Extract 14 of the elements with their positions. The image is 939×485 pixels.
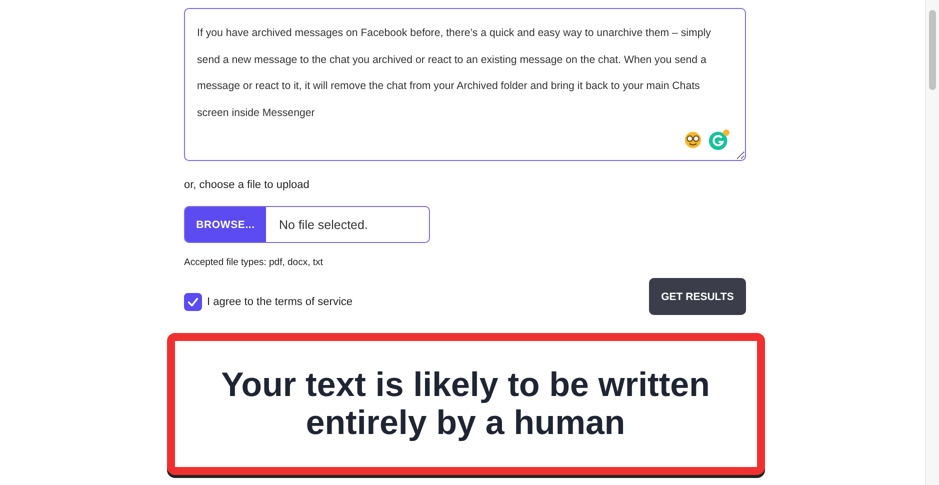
grammar-assistant-icon[interactable] [708, 129, 730, 151]
checkbox[interactable] [184, 292, 202, 310]
browse-button[interactable]: BROWSE... [185, 207, 266, 242]
terms-label: I agree to the terms of service [207, 296, 353, 308]
nerd-emoji-icon [684, 131, 702, 149]
scrollbar[interactable] [925, 0, 939, 485]
text-area[interactable]: If you have archived messages on Facebook before, there’s a quick and easy way to unarchive them – simply send a new message to the chat you archived or react to an existing message on the chat. When you send a message or react to it, it will remove the chat from your Archived folder and bring it back to your main Chats screen inside Messenger [184, 8, 746, 161]
scrollbar-thumb[interactable] [929, 10, 936, 90]
file-field[interactable]: BROWSE... No file selected. [184, 206, 430, 243]
file-types-hint: Accepted file types: pdf, docx, txt [184, 257, 324, 268]
result-message: Your text is likely to be written entirely by a human [220, 366, 711, 442]
get-results-button[interactable]: GET RESULTS [649, 278, 746, 315]
file-name: No file selected. [278, 216, 368, 234]
upload-label: or, choose a file to upload [184, 179, 310, 191]
